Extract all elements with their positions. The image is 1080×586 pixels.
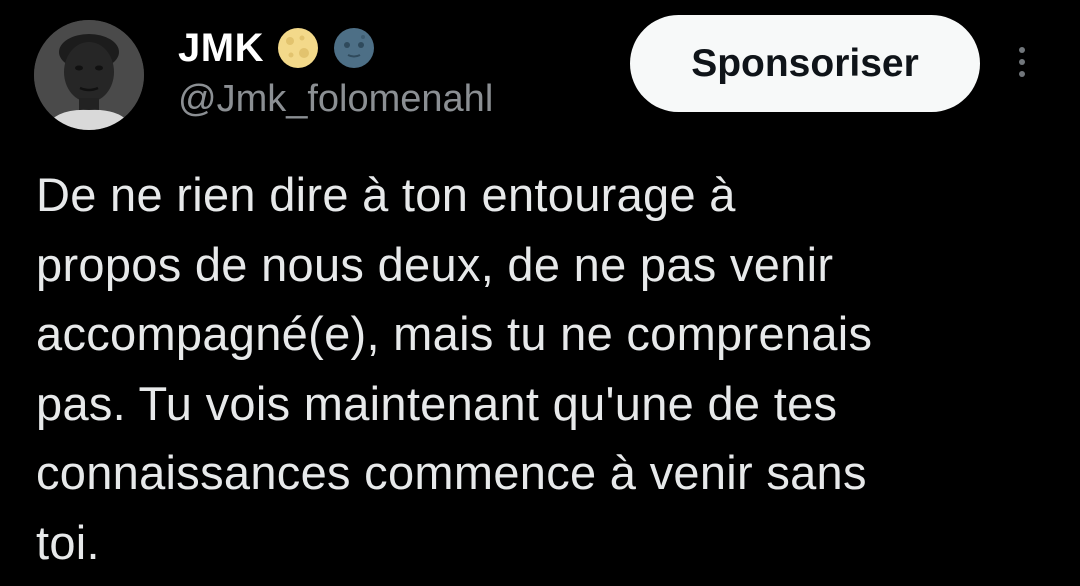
author-handle[interactable]: @Jmk_folomenahl <box>178 78 493 121</box>
full-moon-emoji-icon <box>276 26 320 70</box>
sponsor-button[interactable]: Sponsoriser <box>630 15 980 112</box>
display-name[interactable]: JMK <box>178 26 264 71</box>
avatar-photo <box>34 20 144 130</box>
avatar[interactable] <box>34 20 144 130</box>
more-options-icon[interactable] <box>1011 44 1033 84</box>
tweet-text: De ne rien dire à ton entourage à propos… <box>36 168 873 569</box>
new-moon-face-emoji-icon <box>332 26 376 70</box>
author-name-row: JMK <box>178 24 376 72</box>
